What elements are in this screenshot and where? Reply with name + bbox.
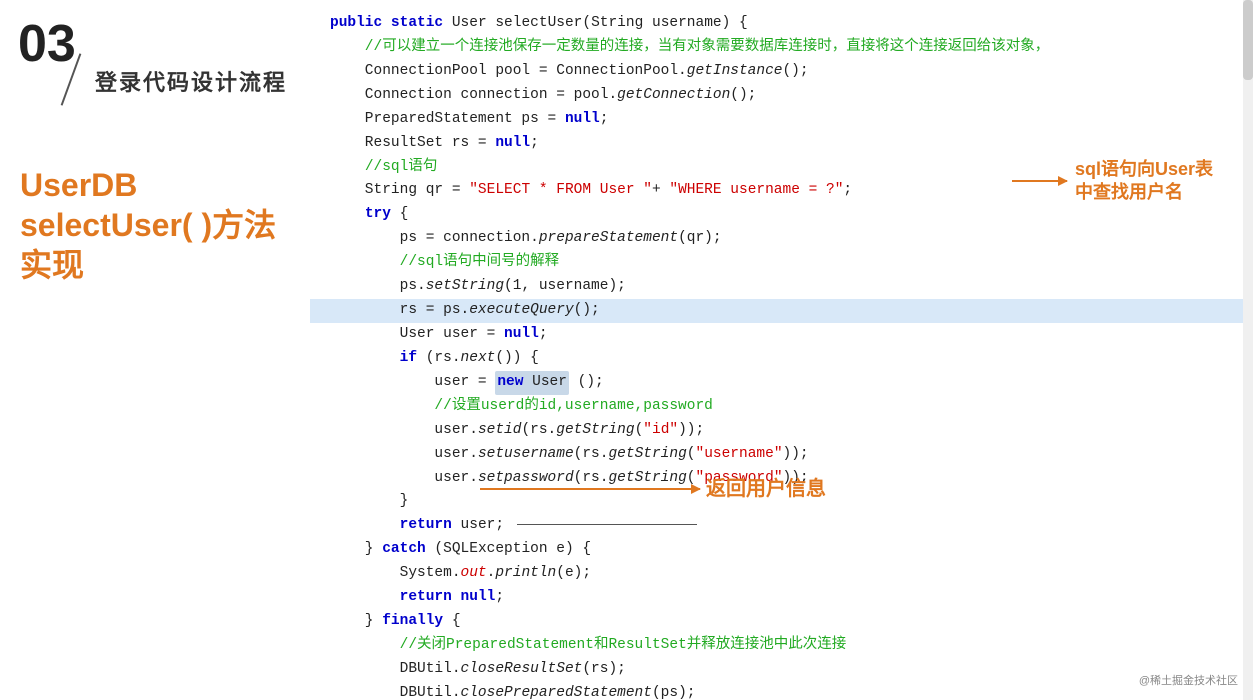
watermark: @稀土掘金技术社区 [1139,672,1238,688]
code-line-26: } finally { [330,610,1233,634]
code-line-28: DBUtil.closeResultSet(rs); [330,658,1233,682]
sql-annotation-label: sql语句向User表中查找用户名 [1075,158,1213,205]
return-annotation-label: 返回用户信息 [706,476,826,502]
code-line-10: ps = connection.prepareStatement(qr); [330,227,1233,251]
code-line-19: user.setusername(rs.getString("username"… [330,443,1233,467]
code-line-25: return null; [330,586,1233,610]
code-line-4: Connection connection = pool.getConnecti… [330,84,1233,108]
sql-annotation: sql语句向User表中查找用户名 [1012,158,1213,205]
code-content: public static User selectUser(String use… [310,0,1253,700]
code-line-12: ps.setString(1, username); [330,275,1233,299]
code-line-1: public static User selectUser(String use… [330,12,1233,36]
code-panel: public static User selectUser(String use… [310,0,1253,700]
code-line-5: PreparedStatement ps = null; [330,108,1233,132]
scrollbar-thumb[interactable] [1243,0,1253,80]
code-line-3: ConnectionPool pool = ConnectionPool.get… [330,60,1233,84]
return-annotation-container: 返回用户信息 [480,476,826,502]
code-line-17: //设置userd的id,username,password [330,395,1233,419]
code-line-18: user.setid(rs.getString("id")); [330,419,1233,443]
code-line-9: try { [330,203,1233,227]
code-line-27: //关闭PreparedStatement和ResultSet并释放连接池中此次… [330,634,1233,658]
code-line-24: System.out.println(e); [330,562,1233,586]
code-line-16: user = new User (); [330,371,1233,395]
left-panel: 03 登录代码设计流程 UserDB selectUser( )方法 实现 [0,0,310,700]
code-line-23: } catch (SQLException e) { [330,538,1233,562]
slide-number: 03 [18,18,76,70]
code-line-13-highlight: rs = ps.executeQuery(); [310,299,1253,323]
code-line-14: User user = null; [330,323,1233,347]
code-line-29: DBUtil.closePreparedStatement(ps); [330,682,1233,700]
code-line-22: return user; [330,514,1233,538]
code-line-15: if (rs.next()) { [330,347,1233,371]
class-title: UserDB selectUser( )方法 实现 [20,165,276,285]
code-line-6: ResultSet rs = null; [330,132,1233,156]
code-line-2: //可以建立一个连接池保存一定数量的连接，当有对象需要数据库连接时，直接将这个连… [330,36,1233,60]
scrollbar-track[interactable] [1243,0,1253,700]
slide-subtitle: 登录代码设计流程 [95,65,287,97]
code-line-11: //sql语句中间号的解释 [330,251,1233,275]
